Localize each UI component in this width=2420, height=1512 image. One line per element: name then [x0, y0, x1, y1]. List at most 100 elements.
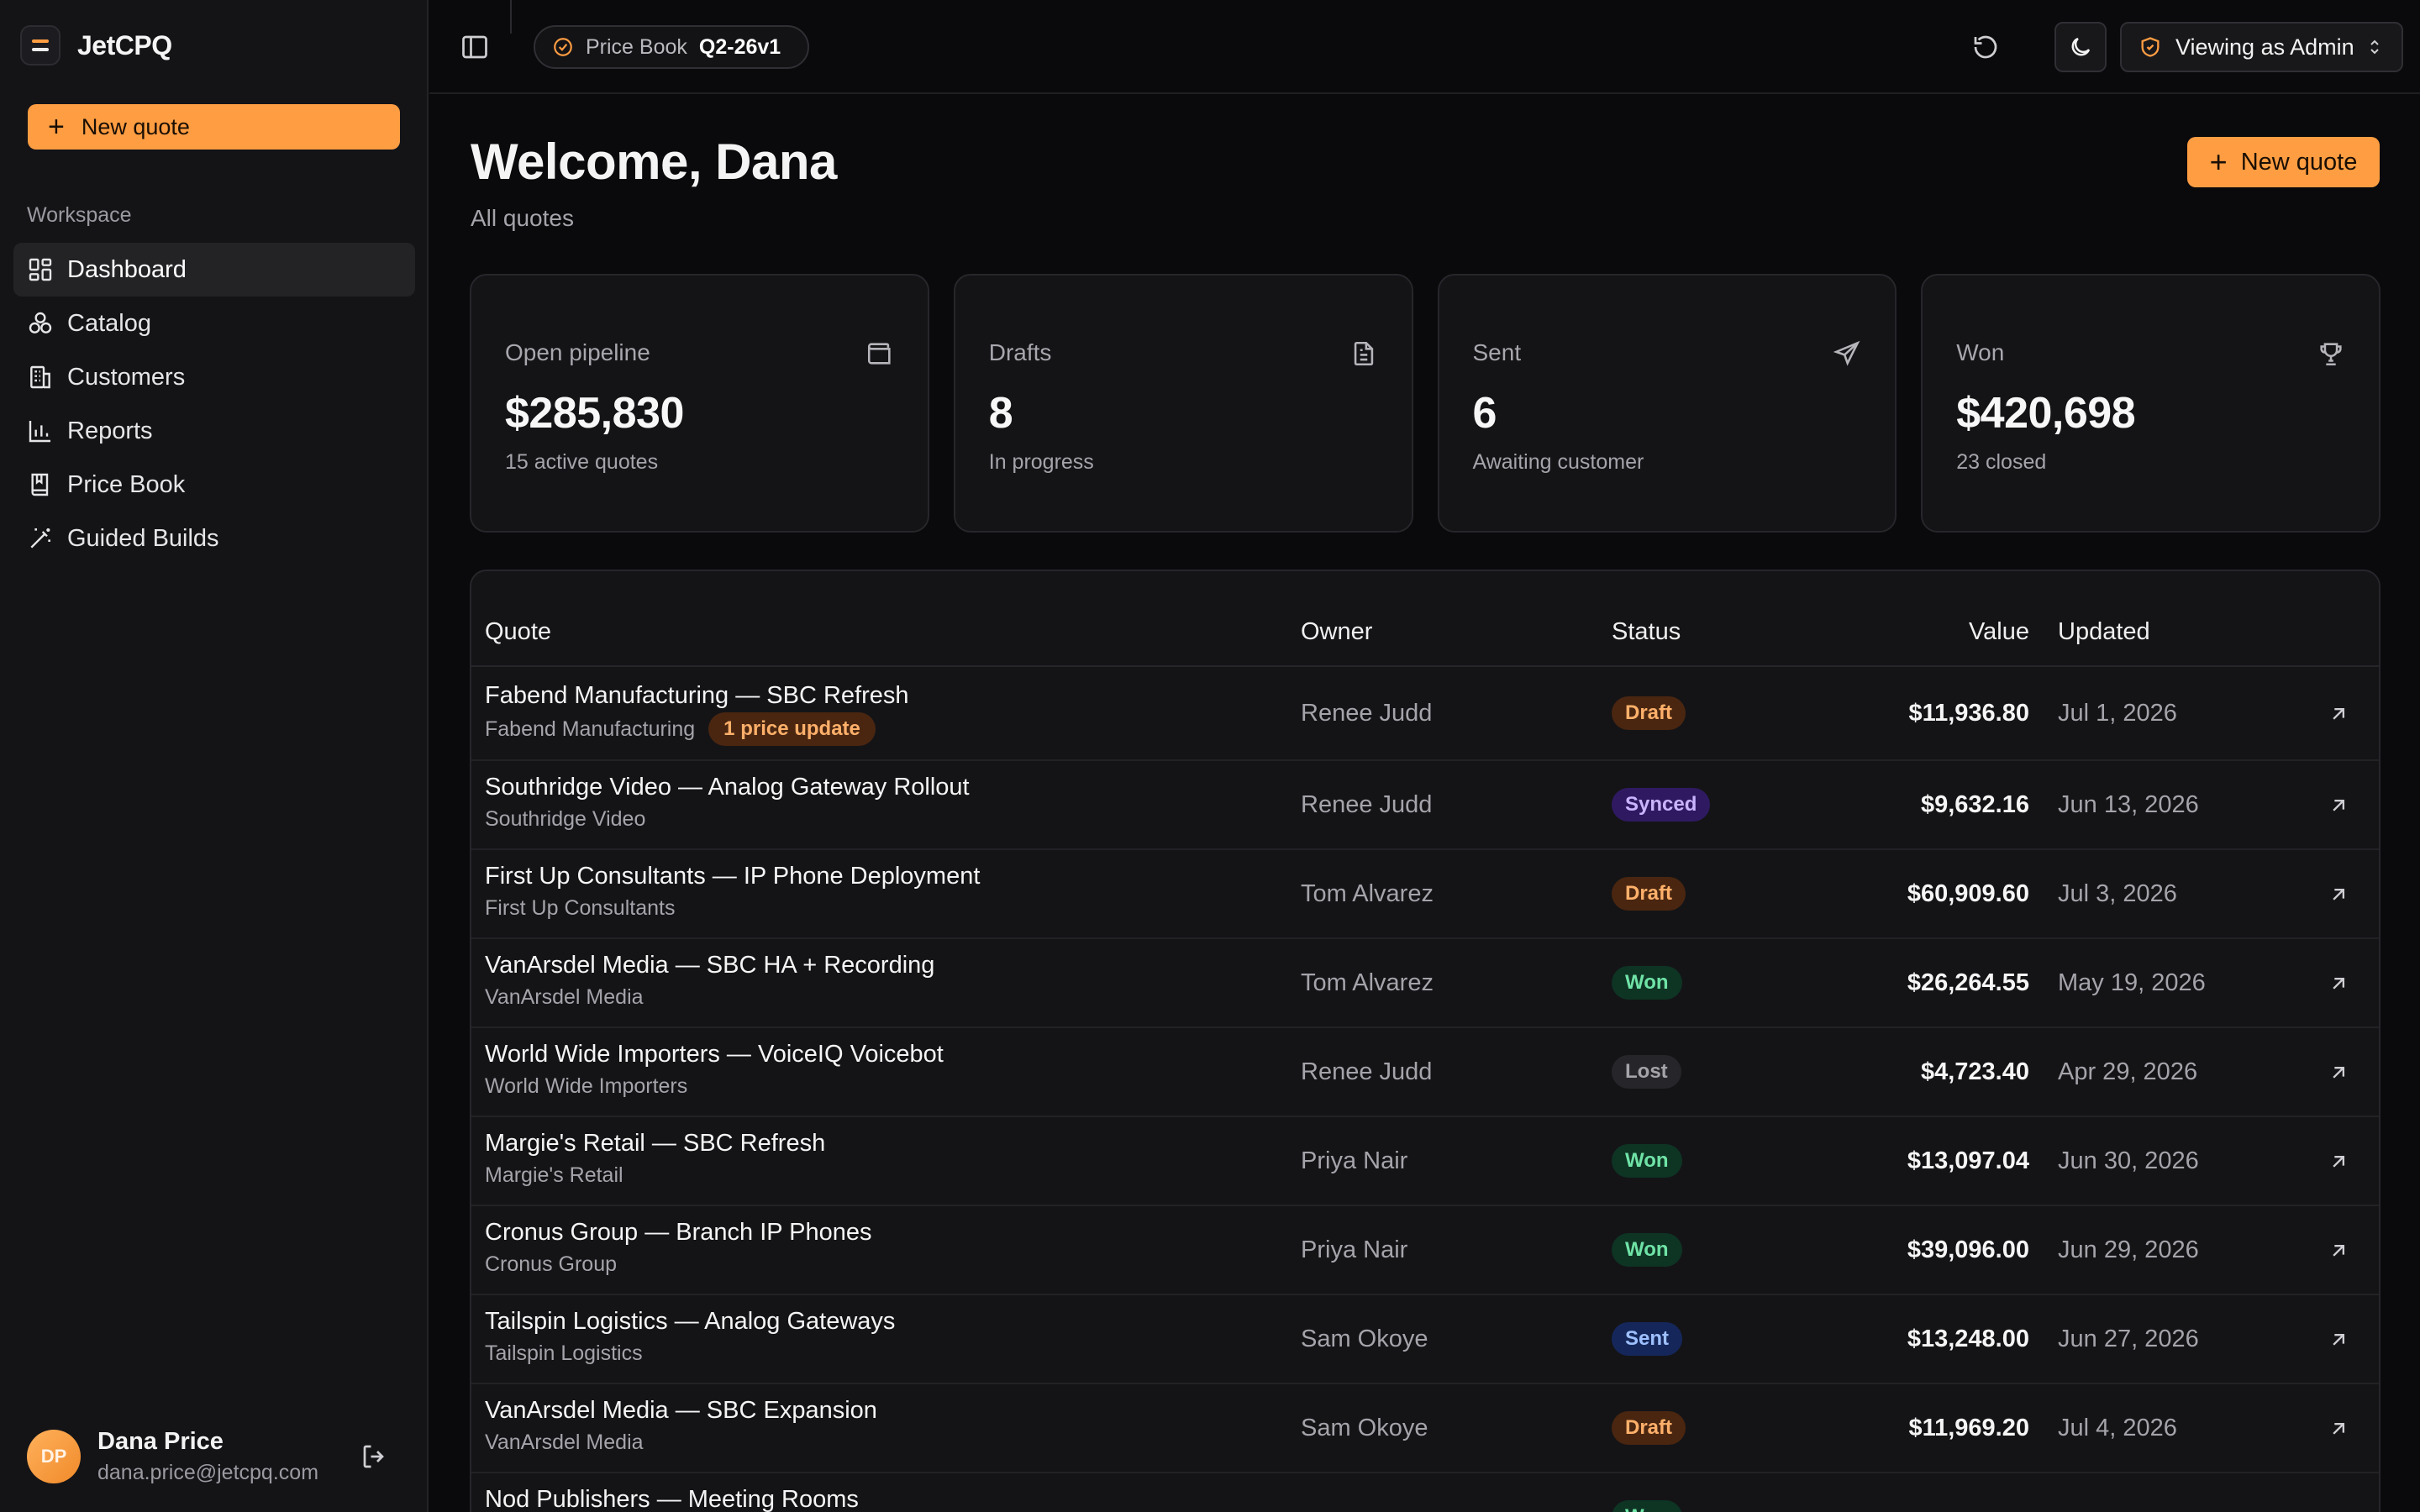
table-row[interactable]: Nod Publishers — Meeting Rooms Won — [471, 1473, 2379, 1512]
stat-subtext: Awaiting customer — [1472, 450, 1644, 474]
open-quote-arrow-icon[interactable] — [2327, 1328, 2350, 1352]
quote-updated: May 19, 2026 — [2058, 969, 2206, 996]
open-quote-arrow-icon[interactable] — [2327, 1506, 2350, 1512]
column-header-updated[interactable]: Updated — [2058, 618, 2150, 646]
quote-title[interactable]: World Wide Importers — VoiceIQ Voicebot — [485, 1041, 944, 1068]
table-row[interactable]: Southridge Video — Analog Gateway Rollou… — [471, 761, 2379, 850]
new-quote-label: New quote — [2240, 148, 2358, 176]
customer-name: Southridge Video — [485, 807, 646, 831]
status-cell: Synced — [1612, 788, 1711, 822]
status-badge: Won — [1612, 1233, 1682, 1267]
quote-title[interactable]: Tailspin Logistics — Analog Gateways — [485, 1308, 895, 1336]
quote-customer: Margie's Retail — [485, 1163, 623, 1188]
sidebar-item-customers[interactable]: Customers — [13, 350, 415, 404]
quote-customer: Cronus Group — [485, 1252, 617, 1277]
quote-value: $26,264.55 — [1907, 969, 2029, 996]
status-badge: Won — [1612, 966, 1682, 1000]
price-update-badge[interactable]: 1 price update — [708, 712, 876, 746]
sidebar-item-price-book[interactable]: Price Book — [13, 458, 415, 512]
table-row[interactable]: Margie's Retail — SBC Refresh Margie's Re… — [471, 1117, 2379, 1206]
quote-customer: VanArsdel Media — [485, 1431, 644, 1455]
sidebar-nav: Dashboard Catalog Customers Reports Pric… — [13, 243, 415, 565]
send-icon — [1833, 340, 1860, 366]
stat-card-sent: Sent 6 Awaiting customer — [1437, 274, 1897, 533]
customer-name: Fabend Manufacturing — [485, 717, 696, 741]
quote-customer: World Wide Importers — [485, 1074, 687, 1099]
status-cell: Draft — [1612, 1411, 1686, 1445]
table-row[interactable]: Fabend Manufacturing — SBC Refresh Fabend… — [471, 667, 2379, 761]
quote-customer: Southridge Video — [485, 807, 645, 832]
open-quote-arrow-icon[interactable] — [2327, 1417, 2350, 1441]
stat-subtext: In progress — [988, 450, 1094, 474]
quote-title[interactable]: Southridge Video — Analog Gateway Rollou… — [485, 774, 970, 801]
status-cell: Draft — [1612, 696, 1686, 730]
avatar[interactable]: DP — [27, 1430, 81, 1483]
stat-label: Sent — [1472, 339, 1522, 365]
sidebar-toggle-icon[interactable] — [460, 32, 490, 62]
table-row[interactable]: VanArsdel Media — SBC Expansion VanArsdel… — [471, 1384, 2379, 1473]
app-logo-icon — [20, 25, 60, 66]
column-header-owner[interactable]: Owner — [1301, 618, 1372, 646]
quote-updated: Apr 29, 2026 — [2058, 1058, 2198, 1085]
moon-icon — [2071, 37, 2091, 56]
status-cell: Won — [1612, 966, 1682, 1000]
stat-card-open-pipeline: Open pipeline $285,830 15 active quotes — [470, 274, 929, 533]
quote-title[interactable]: Margie's Retail — SBC Refresh — [485, 1130, 825, 1158]
price-book-version: Q2-26v1 — [698, 34, 781, 59]
status-badge: Synced — [1612, 788, 1711, 822]
open-quote-arrow-icon[interactable] — [2327, 883, 2350, 906]
sidebar-item-guided-builds[interactable]: Guided Builds — [13, 512, 415, 565]
status-cell: Sent — [1612, 1322, 1683, 1356]
table-row[interactable]: Cronus Group — Branch IP Phones Cronus Gr… — [471, 1206, 2379, 1295]
quote-value: $4,723.40 — [1920, 1058, 2029, 1085]
price-book-selector[interactable]: Price Book Q2-26v1 — [534, 25, 809, 69]
status-badge: Draft — [1612, 696, 1686, 730]
brand[interactable]: JetCPQ — [20, 25, 172, 66]
role-switcher[interactable]: Viewing as Admin — [2120, 22, 2403, 72]
quote-title[interactable]: VanArsdel Media — SBC HA + Recording — [485, 952, 934, 979]
quote-owner: Renee Judd — [1301, 791, 1433, 818]
catalog-icon — [29, 312, 52, 333]
stats-cards: Open pipeline $285,830 15 active quotes … — [470, 274, 2381, 533]
stat-label: Won — [1956, 339, 2005, 365]
theme-toggle-button[interactable] — [2054, 22, 2107, 72]
stat-card-won: Won $420,698 23 closed — [1921, 274, 2381, 533]
table-body: Fabend Manufacturing — SBC Refresh Fabend… — [471, 667, 2379, 1512]
open-quote-arrow-icon[interactable] — [2327, 1239, 2350, 1263]
app-name: JetCPQ — [77, 29, 172, 60]
table-row[interactable]: VanArsdel Media — SBC HA + Recording VanA… — [471, 939, 2379, 1028]
user-profile: DP Dana Price dana.price@jetcpq.com — [27, 1428, 397, 1485]
workspace-section-label: Workspace — [27, 203, 132, 227]
quote-title[interactable]: Fabend Manufacturing — SBC Refresh — [485, 682, 909, 710]
sidebar-item-dashboard[interactable]: Dashboard — [13, 243, 415, 297]
quote-title[interactable]: First Up Consultants — IP Phone Deployme… — [485, 863, 980, 890]
open-quote-arrow-icon[interactable] — [2327, 794, 2350, 817]
new-quote-button[interactable]: + New quote — [2187, 137, 2380, 187]
column-header-value[interactable]: Value — [1969, 618, 2029, 646]
quote-owner: Sam Okoye — [1301, 1415, 1428, 1441]
quote-customer: VanArsdel Media — [485, 985, 644, 1010]
open-quote-arrow-icon[interactable] — [2327, 702, 2350, 726]
table-row[interactable]: First Up Consultants — IP Phone Deployme… — [471, 850, 2379, 939]
sidebar-item-reports[interactable]: Reports — [13, 404, 415, 458]
quote-title[interactable]: VanArsdel Media — SBC Expansion — [485, 1397, 877, 1425]
open-quote-arrow-icon[interactable] — [2327, 1150, 2350, 1173]
sidebar-new-quote-button[interactable]: + New quote — [28, 104, 400, 150]
quote-title[interactable]: Cronus Group — Branch IP Phones — [485, 1219, 872, 1247]
stat-subtext: 15 active quotes — [505, 450, 659, 474]
refresh-icon[interactable] — [1970, 32, 2001, 62]
stat-card-drafts: Drafts 8 In progress — [953, 274, 1413, 533]
column-header-quote[interactable]: Quote — [485, 618, 551, 646]
open-quote-arrow-icon[interactable] — [2327, 972, 2350, 995]
status-badge: Sent — [1612, 1322, 1683, 1356]
sidebar-item-catalog[interactable]: Catalog — [13, 297, 415, 350]
logout-icon[interactable] — [360, 1441, 390, 1472]
status-cell: Won — [1612, 1144, 1682, 1178]
table-row[interactable]: Tailspin Logistics — Analog Gateways Tail… — [471, 1295, 2379, 1384]
table-row[interactable]: World Wide Importers — VoiceIQ Voicebot W… — [471, 1028, 2379, 1117]
quote-title[interactable]: Nod Publishers — Meeting Rooms — [485, 1486, 859, 1512]
stat-subtext: 23 closed — [1956, 450, 2047, 474]
column-header-status[interactable]: Status — [1612, 618, 1681, 646]
quote-updated: Jul 4, 2026 — [2058, 1415, 2177, 1441]
open-quote-arrow-icon[interactable] — [2327, 1061, 2350, 1084]
